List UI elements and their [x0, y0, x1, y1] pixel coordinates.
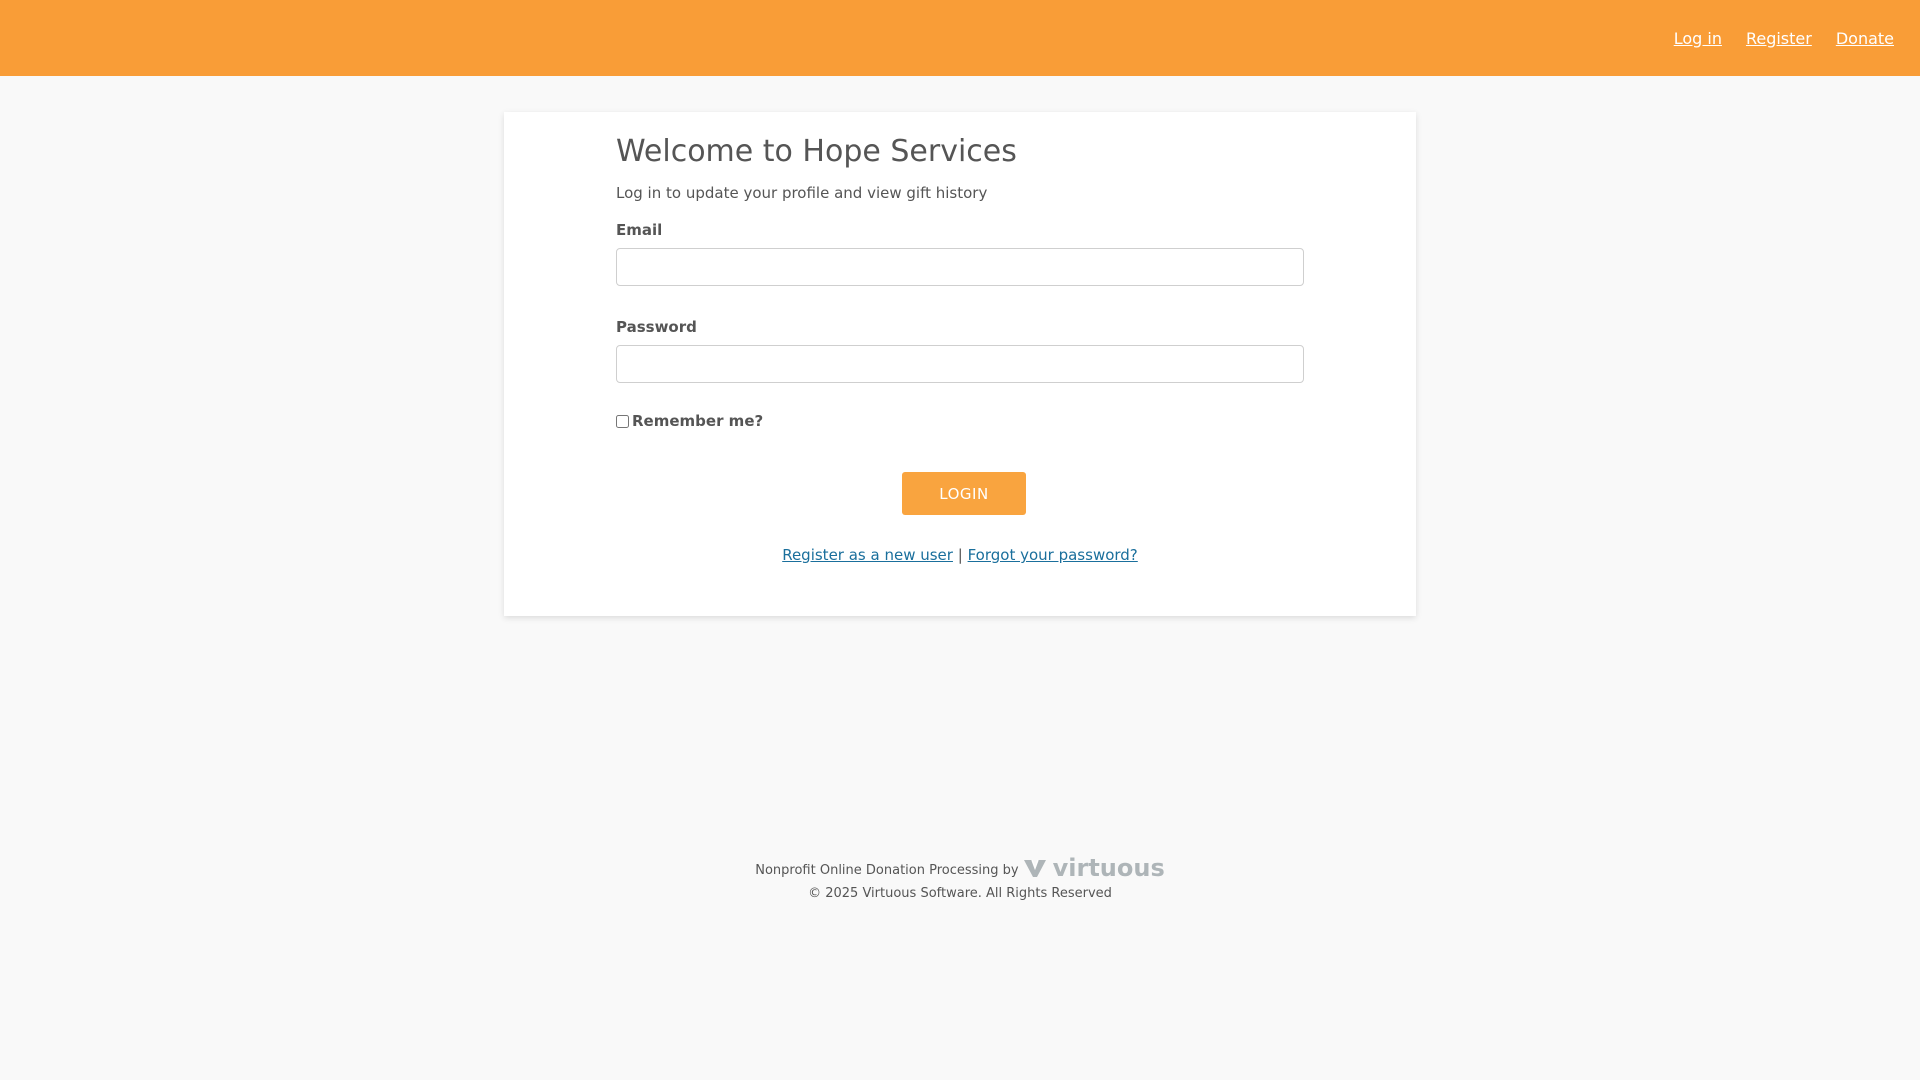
register-new-user-link[interactable]: Register as a new user: [782, 546, 953, 564]
login-button[interactable]: LOGIN: [902, 472, 1026, 515]
virtuous-brand-name: virtuous: [1052, 854, 1165, 882]
login-card: Welcome to Hope Services Log in to updat…: [504, 112, 1416, 616]
email-field[interactable]: [616, 248, 1304, 286]
remember-me-checkbox[interactable]: [616, 414, 629, 428]
nav-donate-link[interactable]: Donate: [1836, 29, 1894, 48]
page-title: Welcome to Hope Services: [616, 134, 1017, 169]
forgot-password-link[interactable]: Forgot your password?: [968, 546, 1138, 564]
email-label: Email: [616, 221, 663, 239]
page-subtitle: Log in to update your profile and view g…: [616, 184, 988, 202]
password-label: Password: [616, 318, 697, 336]
nav-login-link[interactable]: Log in: [1674, 29, 1722, 48]
footer: Nonprofit Online Donation Processing by …: [0, 848, 1920, 901]
virtuous-leaf-icon: [1023, 859, 1046, 877]
footer-copyright: © 2025 Virtuous Software. All Rights Res…: [808, 886, 1112, 901]
password-field[interactable]: [616, 345, 1304, 383]
nav-register-link[interactable]: Register: [1746, 29, 1812, 48]
remember-me-label[interactable]: Remember me?: [632, 412, 763, 430]
footer-processing-row: Nonprofit Online Donation Processing by …: [0, 848, 1920, 880]
top-header-bar: Log in Register Donate: [0, 0, 1920, 76]
footer-processing-text: Nonprofit Online Donation Processing by: [755, 863, 1019, 878]
virtuous-logo[interactable]: virtuous: [1023, 856, 1165, 880]
top-nav: Log in Register Donate: [1674, 0, 1894, 76]
remember-me-row: Remember me?: [616, 412, 763, 430]
links-separator: |: [957, 546, 963, 564]
auth-links: Register as a new user | Forgot your pas…: [616, 546, 1304, 564]
